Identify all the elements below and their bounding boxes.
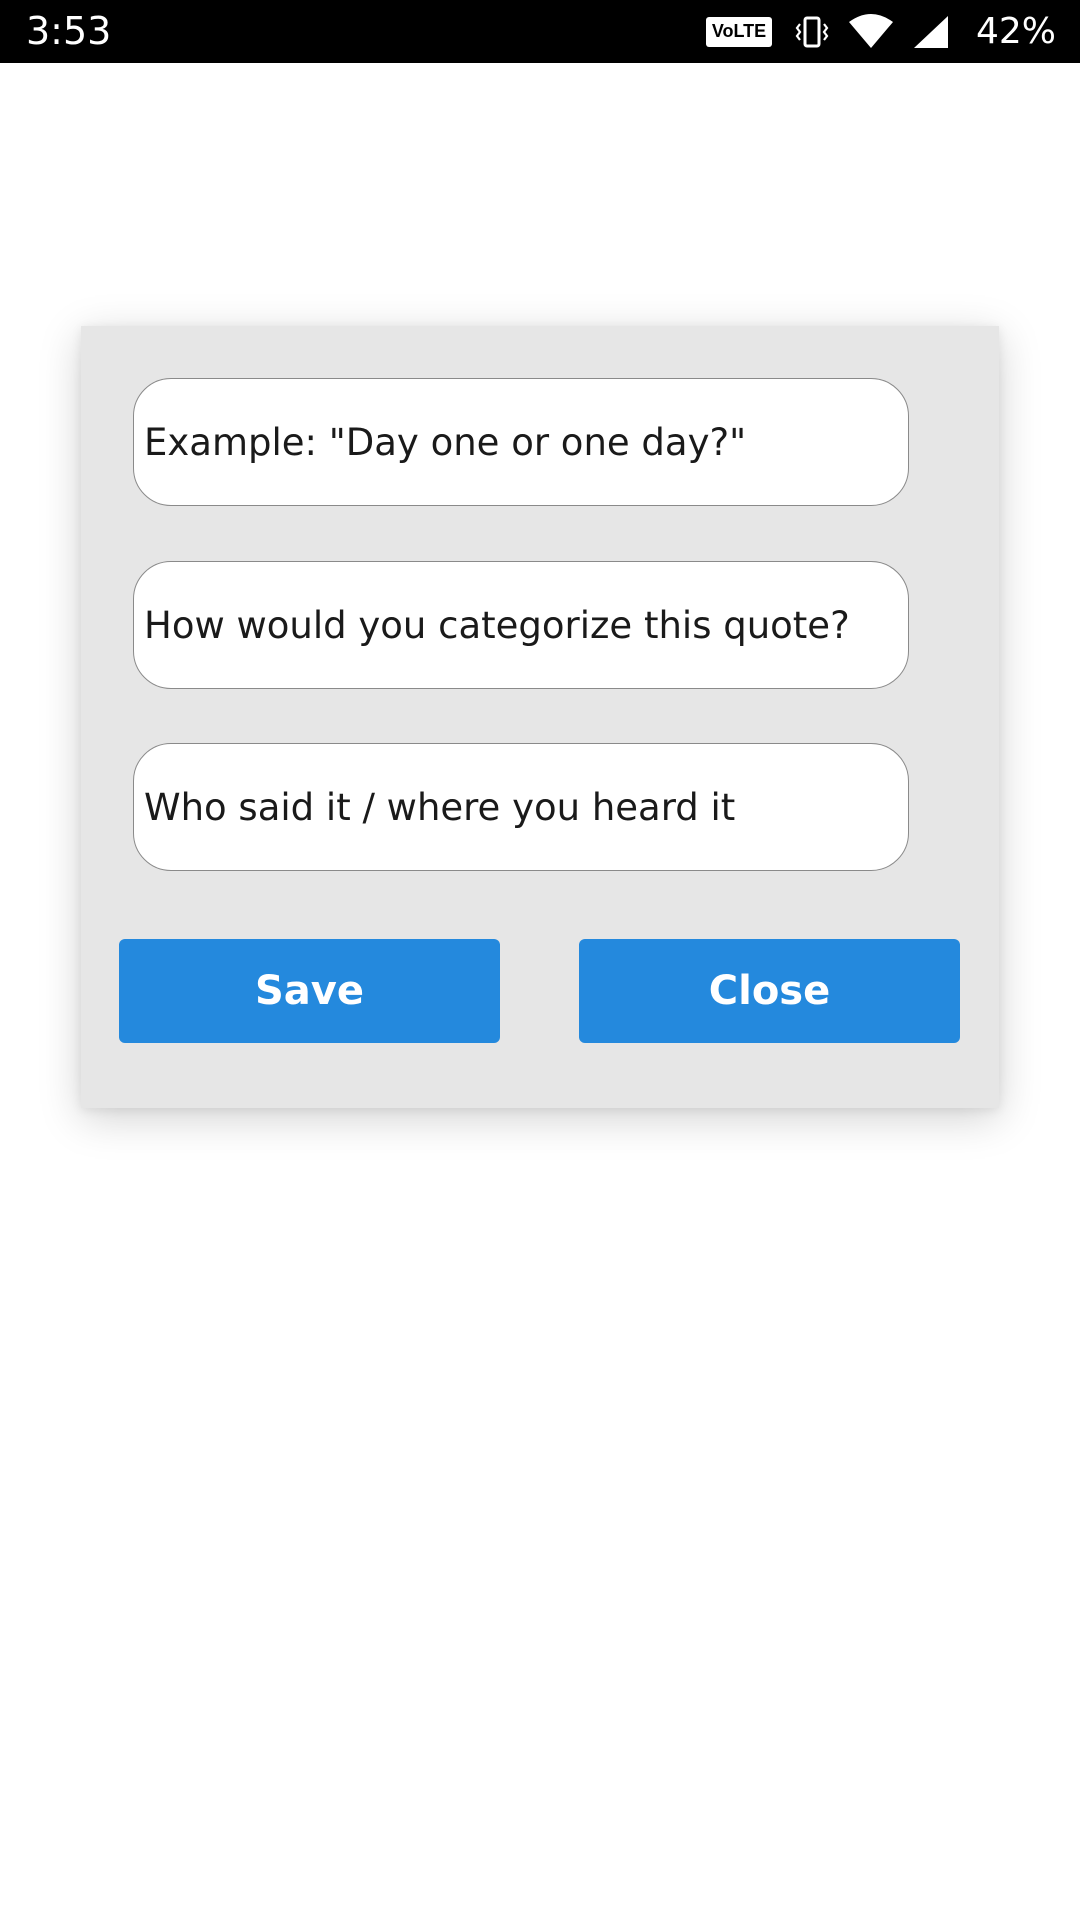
status-icons: VoLTE 42% bbox=[705, 0, 1056, 63]
quote-input[interactable] bbox=[133, 378, 909, 506]
wifi-icon bbox=[848, 13, 894, 50]
status-time: 3:53 bbox=[26, 9, 112, 53]
close-button[interactable]: Close bbox=[579, 939, 960, 1043]
volte-icon: VoLTE bbox=[705, 16, 772, 47]
vibrate-icon bbox=[794, 15, 830, 49]
category-input[interactable] bbox=[133, 561, 909, 689]
battery-percent: 42% bbox=[975, 11, 1056, 52]
source-input[interactable] bbox=[133, 743, 909, 871]
status-bar: 3:53 VoLTE 42% bbox=[0, 0, 1080, 63]
signal-icon bbox=[912, 14, 950, 50]
add-quote-dialog: Save Close bbox=[81, 326, 999, 1108]
save-button[interactable]: Save bbox=[119, 939, 500, 1043]
